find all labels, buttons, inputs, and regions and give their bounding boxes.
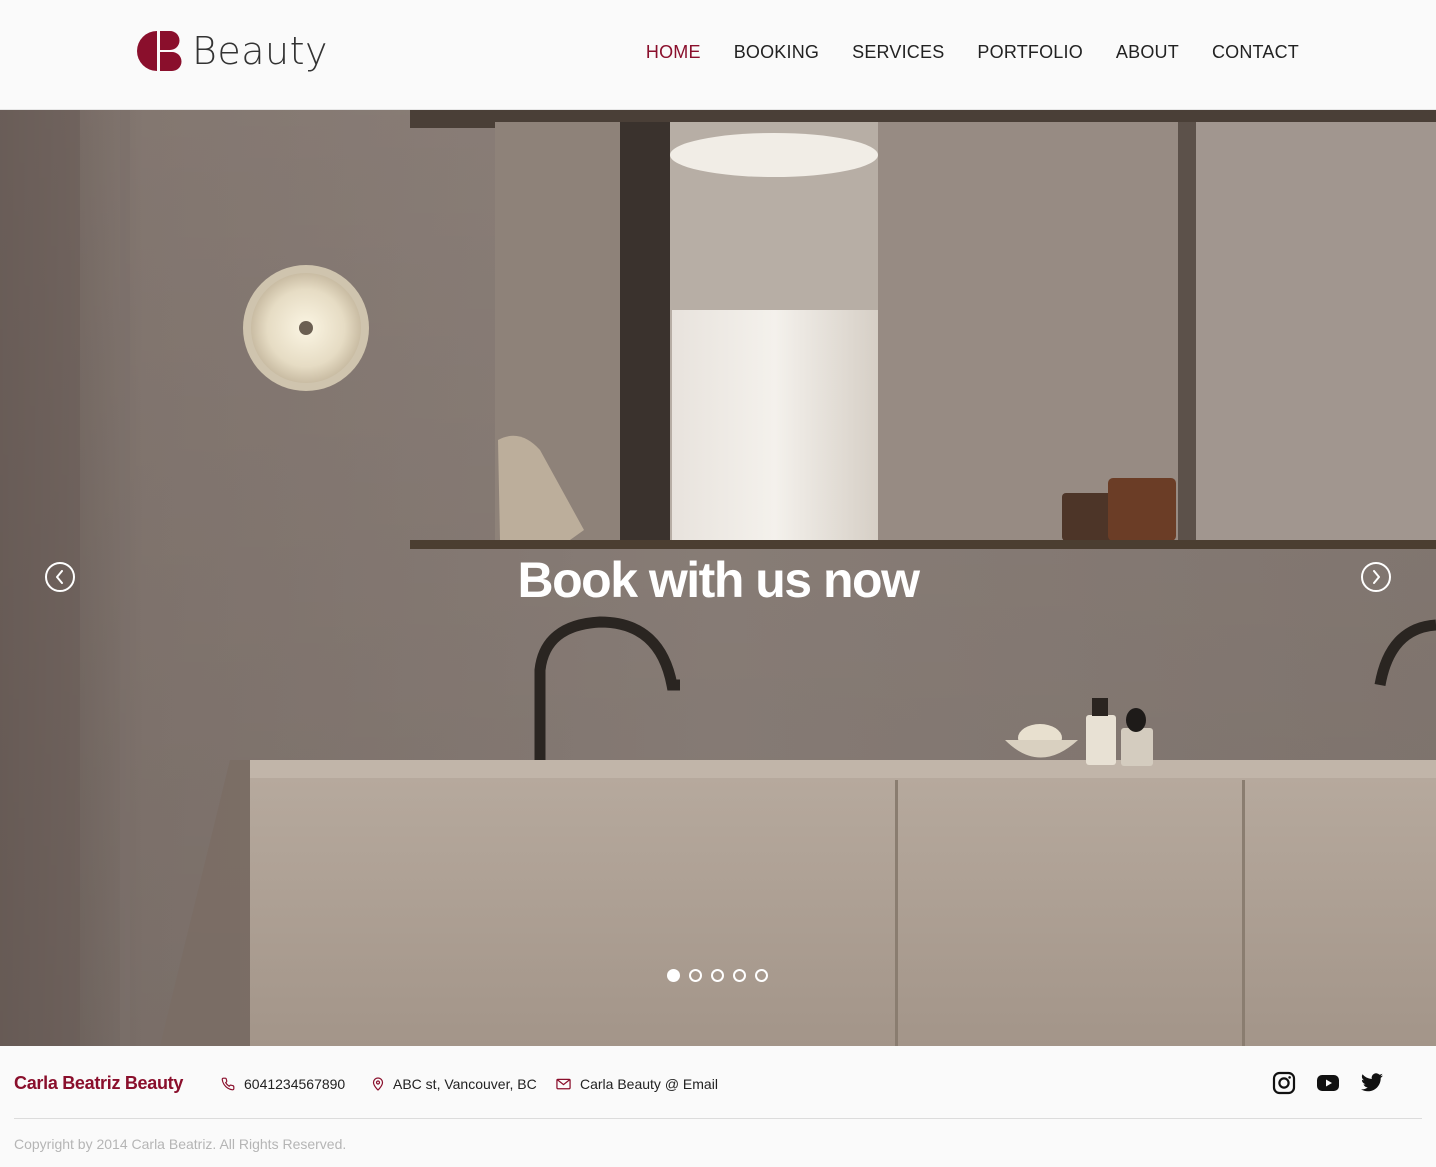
main-nav: HOME BOOKING SERVICES PORTFOLIO ABOUT CO… xyxy=(613,40,1299,64)
chevron-right-icon xyxy=(1373,570,1380,584)
slider-pagination xyxy=(667,969,777,982)
footer-address-text: ABC st, Vancouver, BC xyxy=(393,1076,537,1092)
footer-divider xyxy=(14,1118,1422,1119)
slider-prev-button[interactable] xyxy=(45,562,75,592)
slider-dot-1[interactable] xyxy=(667,969,680,982)
slider-dot-3[interactable] xyxy=(711,969,724,982)
twitter-icon[interactable] xyxy=(1360,1071,1384,1095)
site-header: Beauty HOME BOOKING SERVICES PORTFOLIO A… xyxy=(0,0,1436,110)
nav-contact[interactable]: CONTACT xyxy=(1212,40,1299,64)
slider-dot-5[interactable] xyxy=(755,969,768,982)
logo[interactable]: Beauty xyxy=(136,28,328,74)
site-footer: Carla Beatriz Beauty 6041234567890 ABC s… xyxy=(0,1046,1436,1167)
hero-title: Book with us now xyxy=(517,552,920,608)
youtube-icon[interactable] xyxy=(1316,1071,1340,1095)
footer-phone[interactable]: 6041234567890 xyxy=(221,1076,345,1092)
slider-next-button[interactable] xyxy=(1361,562,1391,592)
copyright-text: Copyright by 2014 Carla Beatriz. All Rig… xyxy=(14,1136,347,1152)
slider-dot-4[interactable] xyxy=(733,969,746,982)
nav-portfolio[interactable]: PORTFOLIO xyxy=(977,40,1083,64)
footer-email[interactable]: Carla Beauty @ Email xyxy=(556,1076,718,1092)
nav-booking[interactable]: BOOKING xyxy=(734,40,819,64)
cb-monogram-icon xyxy=(137,31,182,71)
nav-home[interactable]: HOME xyxy=(646,40,701,64)
nav-services[interactable]: SERVICES xyxy=(852,40,944,64)
chevron-left-icon xyxy=(56,570,63,584)
logo-text: Beauty xyxy=(192,29,329,73)
slider-dot-2[interactable] xyxy=(689,969,702,982)
footer-brand[interactable]: Carla Beatriz Beauty xyxy=(14,1073,183,1094)
footer-phone-text: 6041234567890 xyxy=(244,1076,346,1092)
nav-about[interactable]: ABOUT xyxy=(1116,40,1179,64)
footer-email-text: Carla Beauty @ Email xyxy=(580,1076,718,1092)
mail-icon xyxy=(556,1078,571,1090)
map-pin-icon xyxy=(372,1077,384,1091)
instagram-icon[interactable] xyxy=(1272,1071,1296,1095)
phone-icon xyxy=(221,1077,235,1091)
footer-address[interactable]: ABC st, Vancouver, BC xyxy=(372,1076,537,1092)
hero-slider: Book with us now xyxy=(0,110,1436,1046)
